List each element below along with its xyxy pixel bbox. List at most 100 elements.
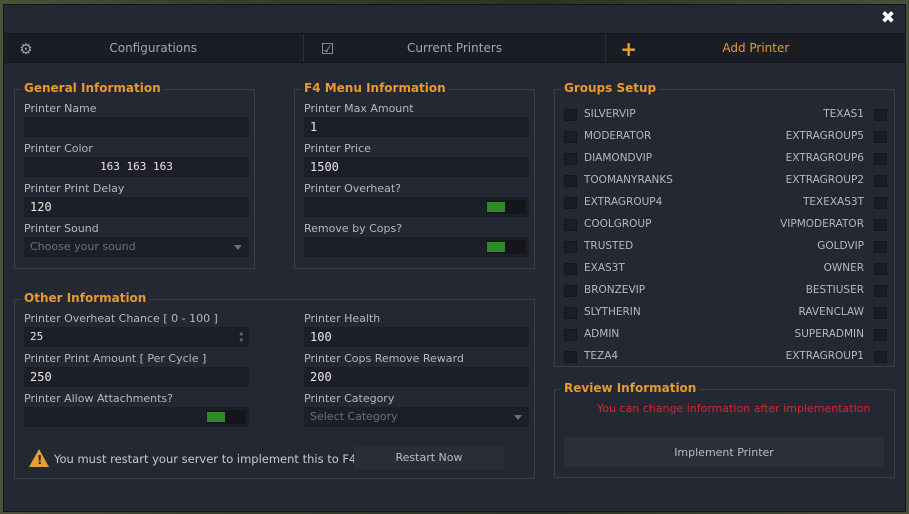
group-checkbox[interactable] (564, 351, 577, 363)
max-amount-input[interactable]: 1 (304, 117, 529, 137)
f4-menu-title: F4 Menu Information (301, 81, 449, 95)
group-label: MODERATOR (584, 130, 652, 142)
printer-color-label: Printer Color (24, 142, 93, 155)
overheat-chance-stepper[interactable]: 25 ▲ ▼ (24, 327, 249, 347)
group-label: EXTRAGROUP1 (785, 350, 864, 362)
max-amount-label: Printer Max Amount (304, 102, 414, 115)
tab-configurations[interactable]: ⚙ Configurations (3, 34, 305, 62)
group-checkbox[interactable] (564, 307, 577, 319)
group-checkbox[interactable] (564, 219, 577, 231)
printer-name-label: Printer Name (24, 102, 97, 115)
sound-placeholder: Choose your sound (30, 240, 136, 253)
cops-reward-input[interactable]: 200 (304, 367, 529, 387)
chevron-down-icon (514, 415, 522, 420)
group-label: TEXAS1 (823, 108, 864, 120)
price-input[interactable]: 1500 (304, 157, 529, 177)
group-label: TOOMANYRANKS (584, 174, 673, 186)
group-checkbox[interactable] (564, 153, 577, 165)
printer-sound-label: Printer Sound (24, 222, 99, 235)
print-delay-input[interactable]: 120 (24, 197, 249, 217)
toggle-knob (487, 242, 505, 252)
health-label: Printer Health (304, 312, 381, 325)
toggle-knob (207, 412, 225, 422)
attachments-toggle[interactable] (206, 410, 246, 424)
group-label: SILVERVIP (584, 108, 636, 120)
cops-reward-label: Printer Cops Remove Reward (304, 352, 464, 365)
group-checkbox[interactable] (874, 197, 887, 209)
group-label: EXTRAGROUP6 (785, 152, 864, 164)
remove-by-cops-label: Remove by Cops? (304, 222, 403, 235)
group-label: DIAMONDVIP (584, 152, 653, 164)
group-label: BESTIUSER (805, 284, 864, 296)
print-delay-label: Printer Print Delay (24, 182, 125, 195)
group-label: EXTRAGROUP5 (785, 130, 864, 142)
overheat-toggle[interactable] (486, 200, 526, 214)
group-checkbox[interactable] (564, 131, 577, 143)
groups-setup-title: Groups Setup (561, 81, 660, 95)
printer-sound-dropdown[interactable]: Choose your sound (24, 237, 249, 257)
general-info-title: General Information (21, 81, 164, 95)
plus-icon: + (620, 37, 638, 61)
group-checkbox[interactable] (874, 263, 887, 275)
spinner-arrows-icon[interactable]: ▲ ▼ (239, 330, 243, 344)
group-checkbox[interactable] (564, 329, 577, 341)
tab-label: Configurations (109, 41, 197, 55)
group-checkbox[interactable] (874, 153, 887, 165)
group-checkbox[interactable] (564, 175, 577, 187)
group-checkbox[interactable] (874, 131, 887, 143)
group-checkbox[interactable] (874, 219, 887, 231)
list-check-icon: ☑ (320, 40, 335, 58)
group-checkbox[interactable] (564, 263, 577, 275)
gear-icon: ⚙ (19, 40, 33, 58)
group-label: EXTRAGROUP4 (584, 196, 663, 208)
overheat-chance-label: Printer Overheat Chance [ 0 - 100 ] (24, 312, 218, 325)
price-label: Printer Price (304, 142, 371, 155)
group-checkbox[interactable] (874, 175, 887, 187)
remove-by-cops-toggle[interactable] (486, 240, 526, 254)
group-checkbox[interactable] (874, 285, 887, 297)
group-checkbox[interactable] (874, 351, 887, 363)
print-amount-input[interactable]: 250 (24, 367, 249, 387)
group-label: OWNER (823, 262, 864, 274)
group-checkbox[interactable] (564, 241, 577, 253)
category-label: Printer Category (304, 392, 395, 405)
attachments-label: Printer Allow Attachments? (24, 392, 174, 405)
toggle-knob (487, 202, 505, 212)
group-label: ADMIN (584, 328, 620, 340)
group-label: SUPERADMIN (794, 328, 864, 340)
group-label: GOLDVIP (817, 240, 864, 252)
printer-color-input[interactable]: 163 163 163 (24, 157, 249, 177)
group-checkbox[interactable] (874, 241, 887, 253)
group-label: VIPMODERATOR (780, 218, 864, 230)
tab-add-printer[interactable]: + Add Printer (606, 34, 906, 62)
group-label: TEXEXAS3T (802, 196, 864, 208)
other-info-title: Other Information (21, 291, 150, 305)
tab-current-printers[interactable]: ☑ Current Printers (304, 34, 606, 62)
group-label: SLYTHERIN (584, 306, 641, 318)
group-checkbox[interactable] (564, 109, 577, 121)
restart-warning-text: You must restart your server to implemen… (54, 452, 361, 466)
group-label: BRONZEVIP (584, 284, 646, 296)
close-icon[interactable]: ✖ (878, 8, 898, 28)
group-checkbox[interactable] (874, 307, 887, 319)
group-checkbox[interactable] (874, 109, 887, 121)
overheat-label: Printer Overheat? (304, 182, 401, 195)
group-label: TEZA4 (584, 350, 619, 362)
review-info-title: Review Information (561, 381, 700, 395)
group-checkbox[interactable] (564, 197, 577, 209)
review-note: You can change information after impleme… (597, 402, 871, 415)
tab-bar: ⚙ Configurations ☑ Current Printers + Ad… (3, 33, 906, 63)
category-placeholder: Select Category (310, 410, 398, 423)
print-amount-label: Printer Print Amount [ Per Cycle ] (24, 352, 207, 365)
implement-printer-button[interactable]: Implement Printer (564, 437, 884, 467)
group-label: EXAS3T (584, 262, 625, 274)
warning-exclamation: ! (37, 453, 43, 467)
restart-now-button[interactable]: Restart Now (354, 447, 504, 469)
health-input[interactable]: 100 (304, 327, 529, 347)
group-checkbox[interactable] (874, 329, 887, 341)
group-checkbox[interactable] (564, 285, 577, 297)
category-dropdown[interactable]: Select Category (304, 407, 529, 427)
group-label: TRUSTED (584, 240, 634, 252)
tab-label: Add Printer (722, 41, 790, 55)
printer-name-input[interactable] (24, 117, 249, 137)
